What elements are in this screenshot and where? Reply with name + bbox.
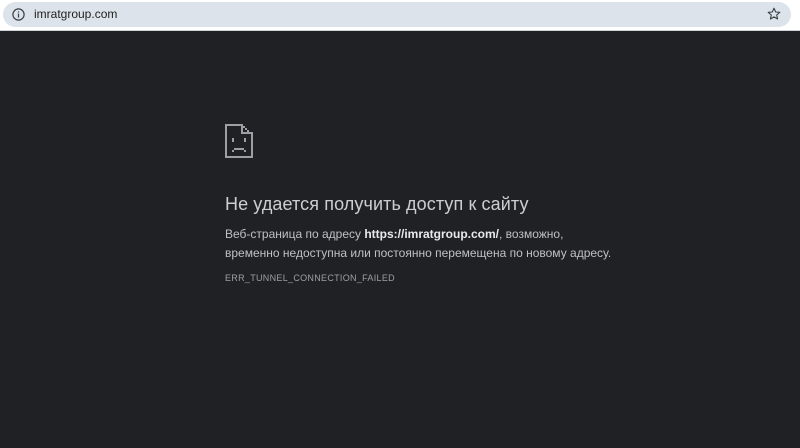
error-title: Не удается получить доступ к сайту bbox=[225, 194, 529, 214]
error-description-prefix: Веб-страница по адресу bbox=[225, 227, 365, 241]
info-icon[interactable] bbox=[12, 8, 25, 21]
address-bar[interactable]: imratgroup.com bbox=[3, 2, 791, 27]
error-url: https://imratgroup.com/ bbox=[364, 227, 500, 241]
url-text[interactable]: imratgroup.com bbox=[34, 7, 117, 22]
error-code: ERR_TUNNEL_CONNECTION_FAILED bbox=[225, 273, 395, 283]
bookmark-star-icon[interactable] bbox=[767, 7, 781, 21]
sad-page-icon bbox=[225, 124, 253, 158]
browser-toolbar: imratgroup.com bbox=[0, 0, 800, 31]
error-description: Веб-страница по адресу https://imratgrou… bbox=[225, 225, 620, 263]
